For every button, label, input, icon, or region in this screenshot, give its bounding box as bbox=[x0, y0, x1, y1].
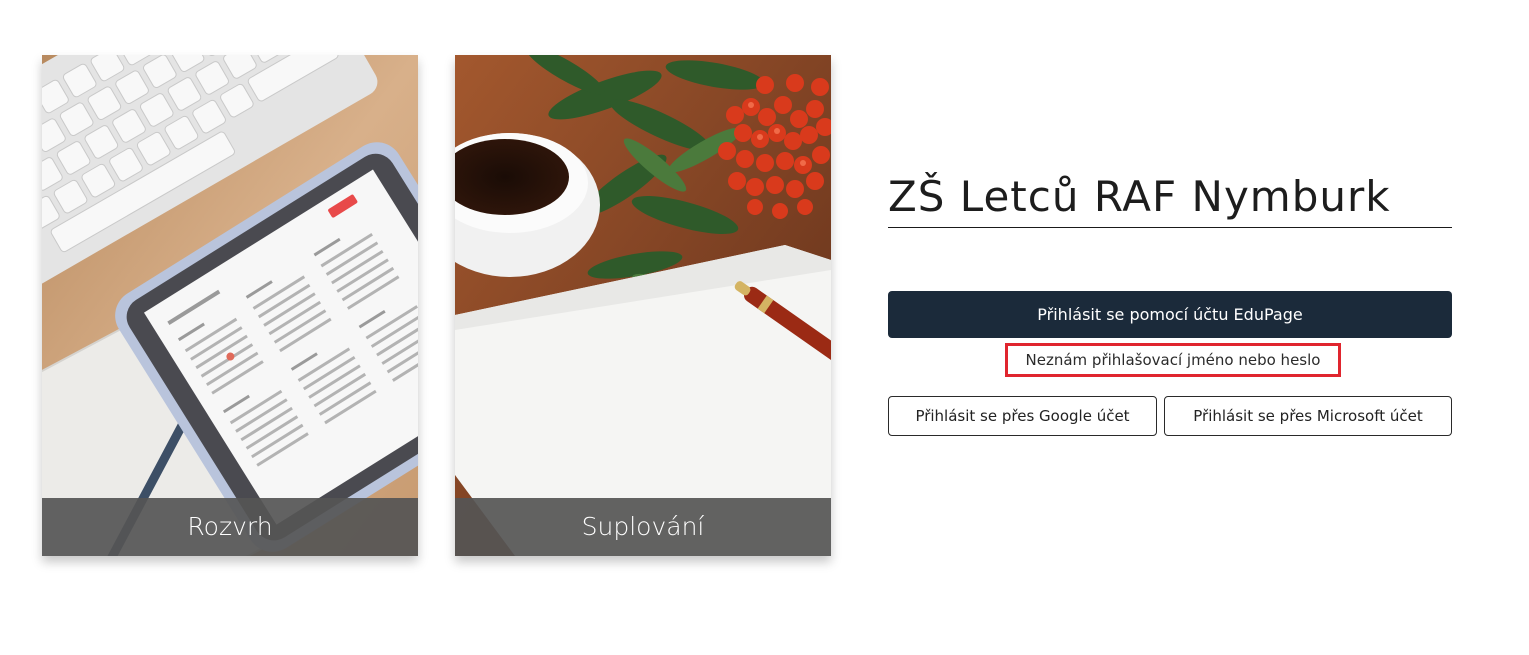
login-page: Rozvrh Suplování ZŠ Letců RAF Nymburk Př… bbox=[0, 0, 1529, 655]
microsoft-login-button[interactable]: Přihlásit se přes Microsoft účet bbox=[1164, 396, 1452, 436]
forgot-credentials-link[interactable]: Neznám přihlašovací jméno nebo heslo bbox=[1005, 343, 1341, 377]
school-title: ZŠ Letců RAF Nymburk bbox=[888, 172, 1452, 228]
tile-rozvrh[interactable]: Rozvrh bbox=[42, 55, 418, 556]
tile-suplovani-label: Suplování bbox=[455, 498, 831, 556]
tile-suplovani[interactable]: Suplování bbox=[455, 55, 831, 556]
login-panel: ZŠ Letců RAF Nymburk Přihlásit se pomocí… bbox=[888, 172, 1452, 436]
suplovani-photo bbox=[455, 55, 831, 556]
rozvrh-photo bbox=[42, 55, 418, 556]
tile-rozvrh-label: Rozvrh bbox=[42, 498, 418, 556]
edupage-login-button[interactable]: Přihlásit se pomocí účtu EduPage bbox=[888, 291, 1452, 338]
google-login-button[interactable]: Přihlásit se přes Google účet bbox=[888, 396, 1157, 436]
